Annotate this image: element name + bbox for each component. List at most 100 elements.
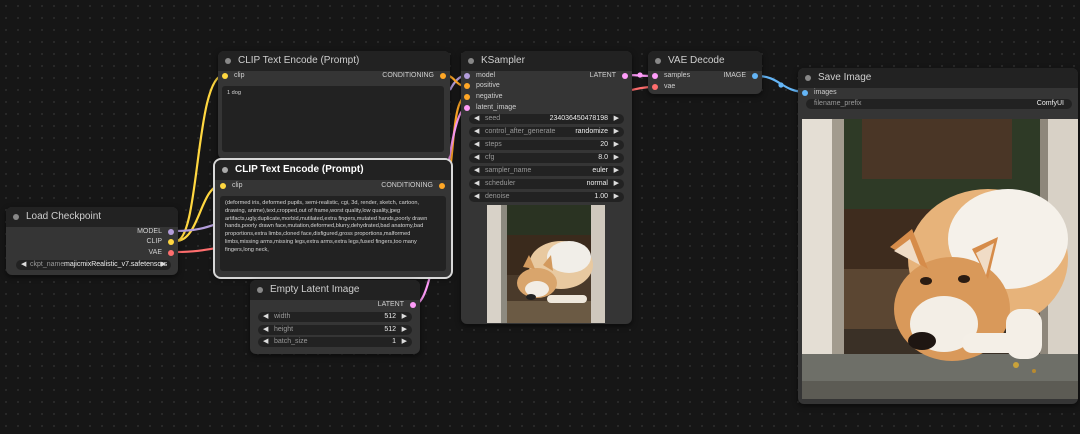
- conditioning-pin-icon[interactable]: [440, 73, 446, 79]
- width-widget[interactable]: ◀ width 512 ▶: [258, 312, 412, 322]
- denoise-widget[interactable]: ◀ denoise 1.00 ▶: [469, 192, 624, 202]
- conditioning-pin-icon[interactable]: [464, 94, 470, 100]
- node-title[interactable]: CLIP Text Encode (Prompt): [218, 51, 450, 71]
- filename-prefix-widget[interactable]: filename_prefix ComfyUI: [806, 99, 1072, 109]
- output-label: CLIP: [146, 238, 162, 245]
- arrow-left-icon[interactable]: ◀: [474, 166, 479, 176]
- node-title[interactable]: KSampler: [461, 51, 632, 71]
- output-clip[interactable]: CLIP: [146, 237, 174, 247]
- node-title[interactable]: Load Checkpoint: [6, 207, 178, 227]
- node-title[interactable]: Save Image: [798, 68, 1078, 88]
- node-vae-decode[interactable]: VAE Decode samples vae IMAGE: [648, 51, 762, 94]
- arrow-right-icon[interactable]: ▶: [614, 192, 619, 202]
- conditioning-pin-icon[interactable]: [464, 83, 470, 89]
- arrow-right-icon[interactable]: ▶: [402, 312, 407, 322]
- node-save-image[interactable]: Save Image images filename_prefix ComfyU…: [798, 68, 1078, 404]
- collapse-dot-icon[interactable]: [468, 58, 474, 64]
- input-clip[interactable]: clip: [220, 181, 243, 191]
- clip-pin-icon[interactable]: [220, 183, 226, 189]
- node-load-checkpoint[interactable]: Load Checkpoint MODEL CLIP VAE ◀ ckpt_na…: [6, 207, 178, 275]
- arrow-left-icon[interactable]: ◀: [474, 192, 479, 202]
- input-vae[interactable]: vae: [652, 82, 675, 92]
- seed-widget[interactable]: ◀ seed 234036450478198 ▶: [469, 114, 624, 124]
- node-ksampler[interactable]: KSampler model positive negative latent_…: [461, 51, 632, 324]
- node-clip-text-encode-positive[interactable]: CLIP Text Encode (Prompt) clip CONDITION…: [218, 51, 450, 159]
- arrow-right-icon[interactable]: ▶: [614, 140, 619, 150]
- input-negative[interactable]: negative: [464, 92, 502, 102]
- latent-pin-icon[interactable]: [622, 73, 628, 79]
- input-label: clip: [232, 182, 243, 189]
- collapse-dot-icon[interactable]: [805, 75, 811, 81]
- arrow-right-icon[interactable]: ▶: [614, 127, 619, 137]
- control-after-generate-widget[interactable]: ◀ control_after_generate randomize ▶: [469, 127, 624, 137]
- node-title[interactable]: VAE Decode: [648, 51, 762, 71]
- vae-pin-icon[interactable]: [168, 250, 174, 256]
- node-empty-latent-image[interactable]: Empty Latent Image LATENT ◀ width 512 ▶ …: [250, 280, 420, 354]
- sampler-name-widget[interactable]: ◀ sampler_name euler ▶: [469, 166, 624, 176]
- clip-pin-icon[interactable]: [168, 239, 174, 245]
- output-conditioning[interactable]: CONDITIONING: [381, 181, 445, 191]
- ckpt-name-combo[interactable]: ◀ ckpt_name majicmixRealistic_v7.safeten…: [16, 260, 171, 270]
- arrow-left-icon[interactable]: ◀: [21, 260, 26, 270]
- batch-size-widget[interactable]: ◀ batch_size 1 ▶: [258, 337, 412, 347]
- output-model[interactable]: MODEL: [137, 227, 174, 237]
- steps-widget[interactable]: ◀ steps 20 ▶: [469, 140, 624, 150]
- collapse-dot-icon[interactable]: [225, 58, 231, 64]
- arrow-left-icon[interactable]: ◀: [474, 179, 479, 189]
- output-latent[interactable]: LATENT: [378, 300, 416, 310]
- latent-pin-icon[interactable]: [410, 302, 416, 308]
- arrow-left-icon[interactable]: ◀: [263, 337, 268, 347]
- arrow-left-icon[interactable]: ◀: [474, 153, 479, 163]
- ksampler-preview-image: [487, 205, 605, 323]
- arrow-left-icon[interactable]: ◀: [474, 114, 479, 124]
- collapse-dot-icon[interactable]: [13, 214, 19, 220]
- collapse-dot-icon[interactable]: [655, 58, 661, 64]
- node-title[interactable]: Empty Latent Image: [250, 280, 420, 300]
- input-samples[interactable]: samples: [652, 71, 690, 81]
- widget-value: 20: [600, 141, 608, 148]
- output-latent[interactable]: LATENT: [590, 71, 628, 81]
- widget-label: sampler_name: [485, 167, 532, 174]
- arrow-left-icon[interactable]: ◀: [263, 312, 268, 322]
- clip-pin-icon[interactable]: [222, 73, 228, 79]
- widget-label: width: [274, 313, 291, 320]
- input-latent-image[interactable]: latent_image: [464, 103, 516, 113]
- arrow-right-icon[interactable]: ▶: [614, 179, 619, 189]
- prompt-textarea[interactable]: 1 dog: [222, 86, 444, 152]
- collapse-dot-icon[interactable]: [222, 167, 228, 173]
- arrow-right-icon[interactable]: ▶: [614, 153, 619, 163]
- collapse-dot-icon[interactable]: [257, 287, 263, 293]
- image-pin-icon[interactable]: [752, 73, 758, 79]
- scheduler-widget[interactable]: ◀ scheduler normal ▶: [469, 179, 624, 189]
- vae-pin-icon[interactable]: [652, 84, 658, 90]
- arrow-right-icon[interactable]: ▶: [614, 114, 619, 124]
- image-pin-icon[interactable]: [802, 90, 808, 96]
- conditioning-pin-icon[interactable]: [439, 183, 445, 189]
- latent-pin-icon[interactable]: [652, 73, 658, 79]
- arrow-left-icon[interactable]: ◀: [474, 127, 479, 137]
- prompt-textarea[interactable]: (deformed iris, deformed pupils, semi-re…: [220, 196, 446, 271]
- model-pin-icon[interactable]: [464, 73, 470, 79]
- widget-value: euler: [592, 167, 608, 174]
- model-pin-icon[interactable]: [168, 229, 174, 235]
- input-images[interactable]: images: [802, 88, 837, 98]
- node-clip-text-encode-negative[interactable]: CLIP Text Encode (Prompt) clip CONDITION…: [213, 158, 453, 279]
- output-conditioning[interactable]: CONDITIONING: [382, 71, 446, 81]
- latent-pin-icon[interactable]: [464, 105, 470, 111]
- arrow-right-icon[interactable]: ▶: [614, 166, 619, 176]
- input-label: positive: [476, 82, 500, 89]
- arrow-right-icon[interactable]: ▶: [161, 260, 166, 270]
- arrow-right-icon[interactable]: ▶: [402, 325, 407, 335]
- widget-label: height: [274, 326, 294, 333]
- node-title[interactable]: CLIP Text Encode (Prompt): [215, 160, 451, 180]
- arrow-right-icon[interactable]: ▶: [402, 337, 407, 347]
- output-image[interactable]: IMAGE: [723, 71, 758, 81]
- output-vae[interactable]: VAE: [149, 248, 174, 258]
- height-widget[interactable]: ◀ height 512 ▶: [258, 325, 412, 335]
- arrow-left-icon[interactable]: ◀: [474, 140, 479, 150]
- input-positive[interactable]: positive: [464, 81, 500, 91]
- input-model[interactable]: model: [464, 71, 495, 81]
- input-clip[interactable]: clip: [222, 71, 245, 81]
- cfg-widget[interactable]: ◀ cfg 8.0 ▶: [469, 153, 624, 163]
- arrow-left-icon[interactable]: ◀: [263, 325, 268, 335]
